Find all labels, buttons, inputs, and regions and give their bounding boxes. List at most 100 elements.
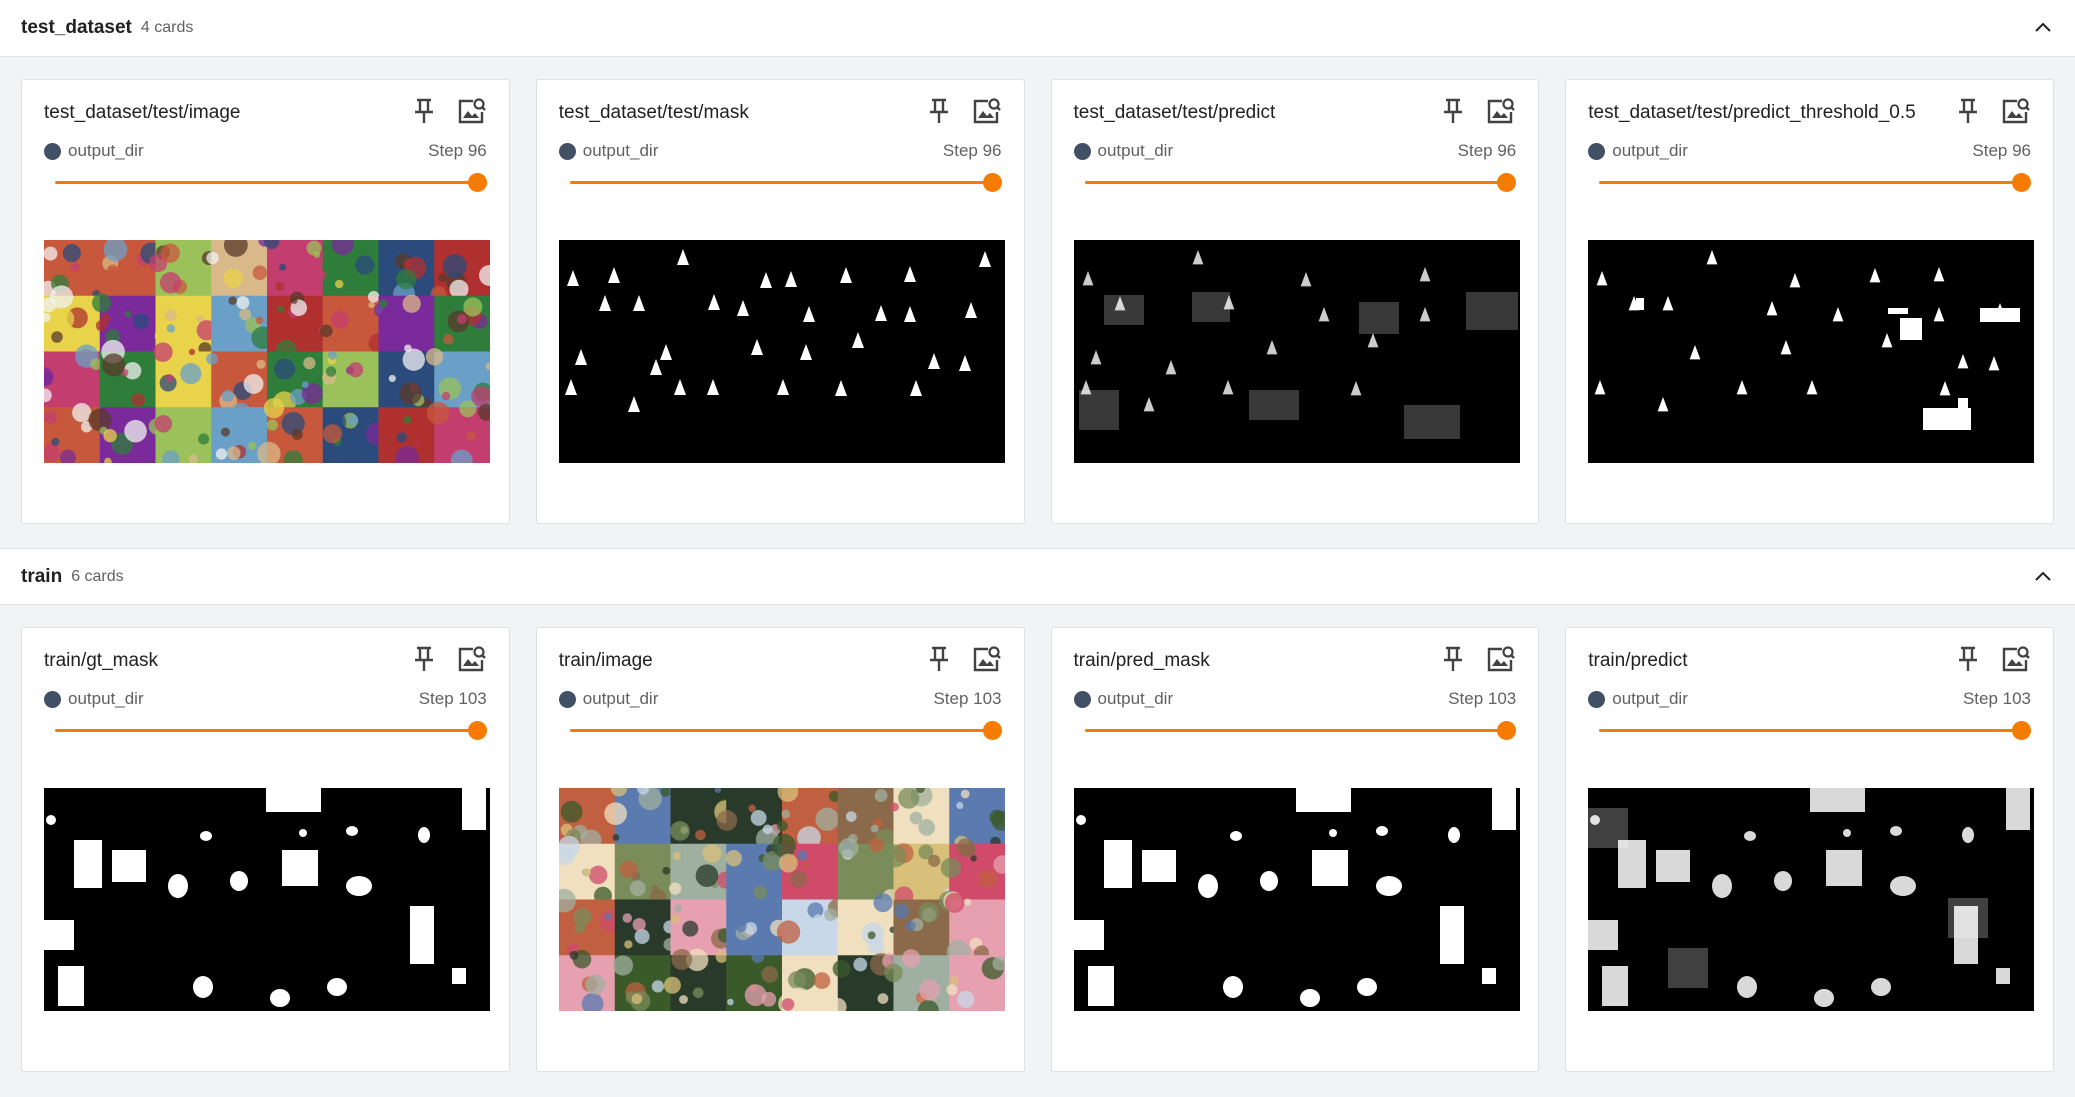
step-slider[interactable] [569, 720, 1002, 742]
run-name: output_dir [1612, 141, 1688, 160]
step-slider[interactable] [55, 172, 487, 194]
pin-button[interactable] [922, 94, 956, 128]
image-card: train/gt_mask output_dir Step 103 [21, 627, 510, 1072]
pin-icon [1959, 646, 1977, 671]
slider-track [1084, 181, 1507, 184]
slider-thumb[interactable] [982, 173, 1002, 192]
card-image[interactable] [44, 788, 490, 1011]
run-name: output_dir [582, 689, 659, 708]
image-card: test_dataset/test/mask output_dir Step 9… [535, 79, 1025, 524]
run-row: output_dir Step 96 [1588, 138, 2031, 164]
pin-button[interactable] [1436, 94, 1470, 128]
pin-button[interactable] [1951, 642, 1985, 676]
run-row: output_dir Step 103 [558, 686, 1002, 712]
step-slider[interactable] [1599, 172, 2031, 194]
card-title: train/pred_mask [1073, 650, 1210, 671]
run-name: output_dir [1097, 141, 1174, 160]
group-title: test_dataset [21, 17, 132, 38]
pin-button[interactable] [922, 642, 956, 676]
image-card: train/image output_dir Step 103 [535, 627, 1025, 1072]
run-color-dot [558, 690, 576, 708]
run-name: output_dir [68, 141, 144, 160]
run-row: output_dir Step 96 [1073, 138, 1517, 164]
image-search-button[interactable] [1484, 94, 1518, 128]
card-title: test_dataset/test/mask [558, 102, 749, 123]
card-image[interactable] [558, 788, 1005, 1011]
image-search-button[interactable] [970, 642, 1004, 676]
run-color-dot [1588, 142, 1606, 160]
pin-icon [1444, 98, 1463, 123]
run-color-dot [44, 142, 61, 160]
step-label: Step 96 [942, 141, 1002, 160]
pin-icon [929, 98, 948, 123]
image-search-button[interactable] [970, 94, 1004, 128]
image-search-icon [458, 98, 486, 124]
slider-track [55, 729, 477, 732]
slider-thumb[interactable] [2012, 721, 2031, 740]
chevron-up-icon [2035, 22, 2051, 32]
image-search-button[interactable] [455, 94, 489, 128]
slider-thumb[interactable] [1497, 173, 1517, 192]
run-color-dot [558, 142, 576, 160]
step-slider[interactable] [1084, 720, 1517, 742]
slider-thumb[interactable] [467, 173, 487, 192]
image-search-icon [1488, 98, 1516, 124]
step-slider[interactable] [55, 720, 487, 742]
card-image[interactable] [44, 240, 490, 463]
step-slider[interactable] [1084, 172, 1517, 194]
pin-icon [414, 98, 433, 123]
step-label: Step 103 [418, 689, 487, 708]
step-label: Step 96 [1972, 141, 2031, 160]
group-header-test-dataset[interactable]: test_dataset 4 cards [0, 0, 2075, 57]
card-title: train/predict [1588, 650, 1688, 671]
image-card: test_dataset/test/predict_threshold_0.5 … [1565, 79, 2054, 524]
card-grid: test_dataset/test/image output_dir Step … [0, 57, 2075, 548]
image-card: test_dataset/test/predict output_dir Ste… [1050, 79, 1540, 524]
step-slider[interactable] [1599, 720, 2031, 742]
slider-track [1599, 729, 2021, 732]
collapse-button[interactable] [2029, 14, 2057, 42]
collapse-button[interactable] [2029, 563, 2057, 591]
slider-thumb[interactable] [982, 721, 1002, 740]
image-search-icon [1488, 646, 1516, 672]
slider-track [1599, 181, 2021, 184]
group-card-count: 4 cards [140, 19, 194, 36]
card-image[interactable] [1073, 240, 1520, 463]
slider-track [55, 181, 477, 184]
image-search-button[interactable] [1484, 642, 1518, 676]
run-row: output_dir Step 103 [1073, 686, 1516, 712]
slider-thumb[interactable] [1497, 721, 1517, 740]
card-image[interactable] [1073, 788, 1520, 1011]
pin-button[interactable] [1436, 642, 1470, 676]
slider-thumb[interactable] [2012, 173, 2031, 192]
pin-icon [929, 646, 948, 671]
image-search-button[interactable] [1999, 642, 2033, 676]
run-name: output_dir [1097, 689, 1174, 708]
run-color-dot [1588, 690, 1606, 708]
run-row: output_dir Step 96 [44, 138, 487, 164]
image-search-button[interactable] [1999, 94, 2033, 128]
card-image[interactable] [1588, 788, 2035, 1011]
step-label: Step 96 [428, 141, 487, 160]
run-row: output_dir Step 96 [558, 138, 1002, 164]
slider-track [1084, 729, 1507, 732]
step-label: Step 96 [1457, 141, 1517, 160]
card-grid: train/gt_mask output_dir Step 103 train/… [0, 605, 2075, 1096]
card-image[interactable] [558, 240, 1005, 463]
pin-icon [414, 646, 433, 671]
pin-button[interactable] [407, 94, 441, 128]
run-color-dot [1073, 142, 1091, 160]
run-name: output_dir [68, 689, 144, 708]
step-slider[interactable] [569, 172, 1002, 194]
card-image[interactable] [1588, 240, 2035, 463]
group-header-train[interactable]: train 6 cards [0, 548, 2075, 605]
chevron-up-icon [2035, 571, 2051, 581]
card-title: test_dataset/test/predict [1073, 102, 1276, 123]
pin-button[interactable] [1951, 94, 1985, 128]
slider-thumb[interactable] [467, 721, 487, 740]
run-color-dot [1073, 690, 1091, 708]
image-search-button[interactable] [455, 642, 489, 676]
image-card: test_dataset/test/image output_dir Step … [21, 79, 510, 524]
pin-button[interactable] [407, 642, 441, 676]
image-search-icon [973, 98, 1001, 124]
